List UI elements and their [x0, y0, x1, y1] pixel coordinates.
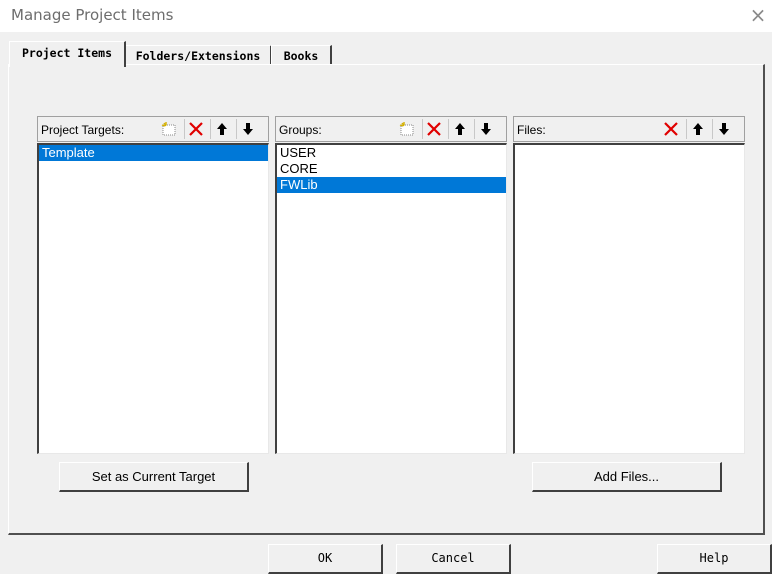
targets-label: Project Targets:	[41, 123, 125, 137]
new-icon[interactable]	[158, 119, 180, 139]
files-label: Files:	[517, 123, 546, 137]
delete-icon[interactable]	[660, 119, 682, 139]
groups-list[interactable]: USER CORE FWLib	[275, 143, 507, 454]
tab-folders-extensions[interactable]: Folders/Extensions	[125, 45, 272, 66]
tab-panel: Project Targets: Template Set as Current…	[8, 64, 765, 535]
list-item[interactable]: FWLib	[277, 177, 506, 193]
tab-books[interactable]: Books	[271, 45, 332, 66]
files-header: Files:	[513, 116, 745, 142]
close-icon[interactable]: ×	[747, 4, 769, 26]
files-list[interactable]	[513, 143, 745, 454]
move-down-icon[interactable]	[236, 119, 259, 139]
help-button[interactable]: Help	[657, 544, 772, 574]
delete-icon[interactable]	[184, 119, 207, 139]
set-current-target-button[interactable]: Set as Current Target	[59, 462, 249, 492]
delete-icon[interactable]	[422, 119, 445, 139]
groups-header: Groups:	[275, 116, 507, 142]
add-files-button[interactable]: Add Files...	[532, 462, 722, 492]
move-up-icon[interactable]	[448, 119, 471, 139]
move-up-icon[interactable]	[210, 119, 233, 139]
ok-button[interactable]: OK	[268, 544, 383, 574]
move-up-icon[interactable]	[686, 119, 709, 139]
move-down-icon[interactable]	[712, 119, 735, 139]
list-item[interactable]: CORE	[277, 161, 506, 177]
cancel-button[interactable]: Cancel	[396, 544, 511, 574]
list-item[interactable]: USER	[277, 145, 506, 161]
tab-project-items[interactable]: Project Items	[9, 41, 126, 67]
targets-list[interactable]: Template	[37, 143, 269, 454]
list-item[interactable]: Template	[39, 145, 268, 161]
new-icon[interactable]	[396, 119, 418, 139]
targets-header: Project Targets:	[37, 116, 269, 142]
title-bar: Manage Project Items ×	[0, 0, 772, 32]
window-title: Manage Project Items	[11, 6, 174, 24]
groups-label: Groups:	[279, 123, 322, 137]
move-down-icon[interactable]	[474, 119, 497, 139]
